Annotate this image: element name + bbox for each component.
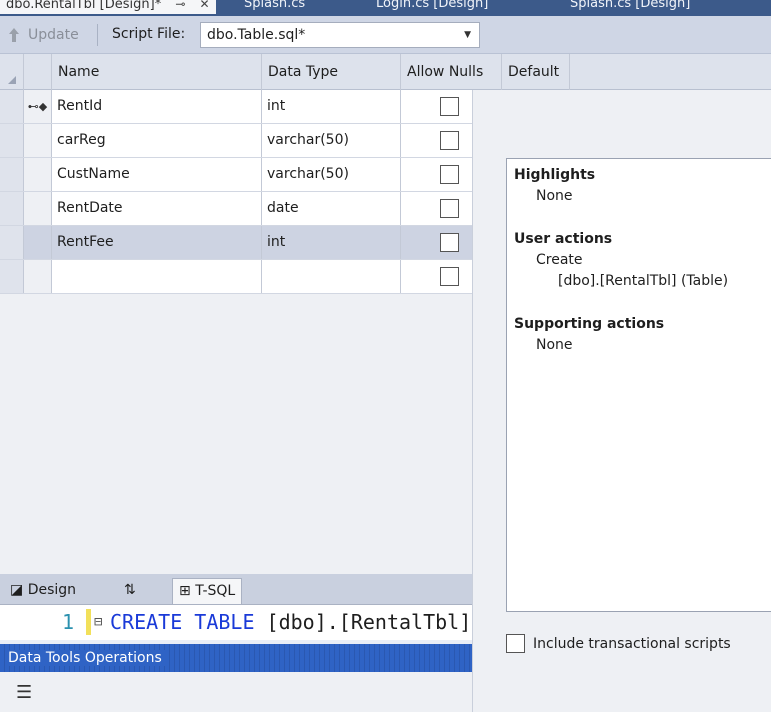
code-line: CREATE TABLE [dbo].[RentalTbl] [110, 610, 472, 634]
include-transactional-option[interactable]: Include transactional scripts [506, 634, 731, 653]
allow-nulls-cell [401, 260, 472, 293]
data-type-cell[interactable]: int [262, 226, 401, 259]
row-selector[interactable] [0, 260, 24, 293]
key-cell [24, 158, 52, 191]
column-header-name[interactable]: Name [52, 54, 262, 90]
update-button[interactable]: Update [8, 25, 79, 45]
allow-nulls-cell [401, 158, 472, 191]
column-name-cell[interactable]: RentDate [52, 192, 262, 225]
data-tools-operations-titlebar[interactable]: Data Tools Operations [0, 644, 472, 672]
data-type-cell[interactable]: varchar(50) [262, 158, 401, 191]
document-tabs: dbo.RentalTbl [Design]* ⊸ ✕ Splash.cs Lo… [0, 0, 771, 16]
key-cell [24, 192, 52, 225]
swap-panes-button[interactable]: ⇅ [118, 578, 142, 604]
data-type-cell[interactable] [262, 260, 401, 293]
column-header-default[interactable]: Default [502, 54, 570, 90]
allow-nulls-checkbox[interactable] [440, 267, 459, 286]
table-row[interactable]: ⊷◆ RentId int [0, 90, 472, 124]
column-name-cell[interactable]: RentId [52, 90, 262, 123]
update-preview-panel: Highlights None User actions Create [dbo… [472, 90, 771, 712]
user-actions-target: [dbo].[RentalTbl] (Table) [558, 273, 729, 289]
table-row[interactable]: carReg varchar(50) [0, 124, 472, 158]
user-actions-heading: User actions [514, 231, 613, 247]
row-selector[interactable] [0, 192, 24, 225]
highlights-value: None [536, 188, 573, 204]
allow-nulls-checkbox[interactable] [440, 233, 459, 252]
close-icon[interactable]: ✕ [200, 0, 210, 14]
doc-tab-splash-cs[interactable]: Splash.cs [244, 0, 305, 14]
column-name-cell[interactable]: CustName [52, 158, 262, 191]
column-header-allow-nulls[interactable]: Allow Nulls [401, 54, 502, 90]
user-actions-verb: Create [536, 252, 583, 268]
pin-icon[interactable]: ⊸ [175, 0, 185, 14]
script-file-label: Script File: [112, 26, 186, 42]
script-file-dropdown[interactable]: dbo.Table.sql* ▼ [200, 22, 480, 48]
collapse-icon[interactable]: ⊟ [94, 605, 102, 639]
table-row[interactable]: RentDate date [0, 192, 472, 226]
column-header-data-type[interactable]: Data Type [262, 54, 401, 90]
doc-tab-rentaltbl-design[interactable]: dbo.RentalTbl [Design]* ⊸ ✕ [0, 0, 216, 14]
table-row-new[interactable] [0, 260, 472, 294]
data-tools-operations-pane: ☰ [0, 672, 472, 712]
table-row-selected[interactable]: RentFee int [0, 226, 472, 260]
allow-nulls-checkbox[interactable] [440, 97, 459, 116]
row-selector[interactable] [0, 90, 24, 123]
tsql-editor[interactable]: 1 ⊟ CREATE TABLE [dbo].[RentalTbl] [0, 604, 472, 640]
tab-tsql[interactable]: ⊞ T-SQL [172, 578, 243, 604]
supporting-actions-value: None [536, 337, 573, 353]
row-selector[interactable] [0, 124, 24, 157]
allow-nulls-checkbox[interactable] [440, 131, 459, 150]
column-name-cell[interactable] [52, 260, 262, 293]
designer-view-tabs: ◪ Design ⇅ ⊞ T-SQL [0, 574, 472, 604]
allow-nulls-cell [401, 226, 472, 259]
primary-key-icon: ⊷◆ [24, 90, 52, 123]
doc-tab-login-design[interactable]: Login.cs [Design] [376, 0, 488, 14]
include-transactional-checkbox[interactable] [506, 634, 525, 653]
row-selector[interactable] [0, 158, 24, 191]
grid-header: Name Data Type Allow Nulls Default [0, 54, 771, 90]
select-all-icon [8, 76, 16, 84]
dropdown-arrow-icon: ▼ [464, 30, 471, 40]
tab-design[interactable]: ◪ Design [4, 578, 82, 604]
changed-line-marker [86, 609, 91, 635]
key-cell [24, 260, 52, 293]
include-transactional-label: Include transactional scripts [533, 635, 731, 652]
table-row[interactable]: CustName varchar(50) [0, 158, 472, 192]
data-type-cell[interactable]: date [262, 192, 401, 225]
supporting-actions-heading: Supporting actions [514, 316, 665, 332]
designer-toolbar: Update Script File: dbo.Table.sql* ▼ [0, 16, 771, 54]
column-name-cell[interactable]: carReg [52, 124, 262, 157]
allow-nulls-cell [401, 124, 472, 157]
allow-nulls-checkbox[interactable] [440, 199, 459, 218]
tsql-icon: ⊞ [179, 583, 191, 599]
data-type-cell[interactable]: varchar(50) [262, 124, 401, 157]
doc-tab-splash-design[interactable]: Splash.cs [Design] [570, 0, 690, 14]
update-arrow-icon [9, 28, 19, 42]
key-column-header [24, 54, 52, 90]
allow-nulls-checkbox[interactable] [440, 165, 459, 184]
key-cell [24, 226, 52, 259]
preview-text-box: Highlights None User actions Create [dbo… [506, 158, 771, 612]
key-cell [24, 124, 52, 157]
data-type-cell[interactable]: int [262, 90, 401, 123]
grid-corner[interactable] [0, 54, 24, 90]
allow-nulls-cell [401, 192, 472, 225]
allow-nulls-cell [401, 90, 472, 123]
line-number: 1 [62, 610, 75, 634]
toolbar-separator [97, 24, 98, 46]
column-name-cell[interactable]: RentFee [52, 226, 262, 259]
design-icon: ◪ [10, 582, 24, 598]
clear-operations-icon[interactable]: ☰ [16, 682, 32, 703]
row-selector[interactable] [0, 226, 24, 259]
highlights-heading: Highlights [514, 167, 596, 183]
